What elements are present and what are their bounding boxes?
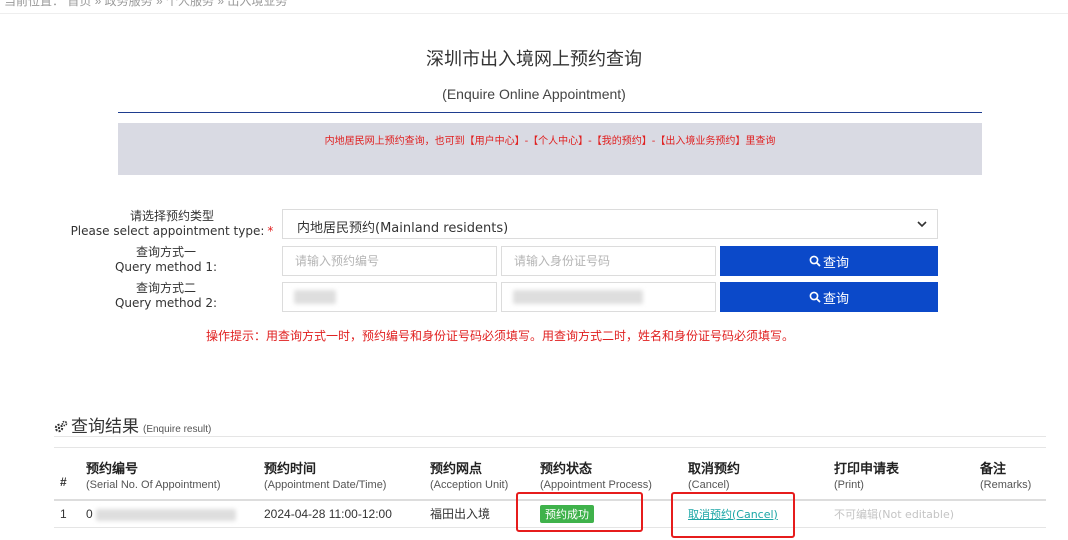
col-status: 预约状态 (Appointment Process): [534, 447, 682, 501]
col-unit: 预约网点 (Acception Unit): [424, 447, 534, 501]
col-unit-cn: 预约网点: [430, 461, 483, 477]
appointment-type-value: 内地居民预约(Mainland residents): [297, 221, 509, 236]
col-status-cn: 预约状态: [540, 461, 593, 477]
col-datetime-en: (Appointment Date/Time): [264, 478, 387, 491]
col-print-en: (Print): [834, 478, 864, 491]
query-method-1-label-cn: 查询方式一: [135, 245, 196, 259]
results-table: # 预约编号 (Serial No. Of Appointment) 预约时间 (A…: [54, 447, 1046, 528]
table-row: 1 0 2024-04-28 11:00-12:00 福田出入境 预约成功 取消…: [54, 499, 1046, 528]
col-serial-cn: 预约编号: [86, 461, 139, 477]
col-cancel-cn: 取消预约: [688, 461, 741, 477]
row-print: 不可编辑(Not editable): [828, 499, 974, 528]
query-method-1-label-en: Query method 1:: [114, 260, 218, 274]
col-cancel: 取消预约 (Cancel): [682, 447, 828, 501]
id-number-input-2-redacted: [513, 290, 643, 304]
row-index: 1: [54, 499, 80, 528]
search-button-1-label: 查询: [822, 255, 849, 271]
row-unit: 福田出入境: [424, 499, 534, 528]
col-datetime: 预约时间 (Appointment Date/Time): [258, 447, 424, 501]
breadcrumb: 当前位置： 首页 » 政务服务 » 个人服务 » 出入境业务: [4, 0, 288, 8]
row-serial-redacted: [95, 508, 236, 521]
row-datetime: 2024-04-28 11:00-12:00: [258, 499, 424, 528]
cancel-appointment-link[interactable]: 取消预约(Cancel): [688, 508, 778, 521]
page-title: 深圳市出入境网上预约查询: [426, 49, 642, 70]
result-title: 查询结果: [71, 417, 139, 437]
col-remarks-cn: 备注: [980, 461, 1007, 477]
chevron-down-icon: [917, 221, 927, 228]
col-serial: 预约编号 (Serial No. Of Appointment): [80, 447, 258, 501]
appointment-type-label-en: Please select appointment type:: [70, 224, 265, 238]
query-method-1-label: 查询方式一 Query method 1:: [96, 245, 236, 275]
col-index-label: #: [60, 474, 67, 489]
gear-icon: [54, 420, 68, 433]
col-cancel-en: (Cancel): [688, 478, 730, 491]
col-print-cn: 打印申请表: [834, 461, 900, 477]
status-badge: 预约成功: [540, 504, 594, 523]
query-method-2-label-cn: 查询方式二: [135, 281, 196, 295]
search-button-2-label: 查询: [822, 291, 849, 307]
col-index: #: [54, 447, 80, 501]
result-header: 查询结果 (Enquire result): [54, 412, 211, 437]
col-remarks: 备注 (Remarks): [974, 447, 1046, 501]
breadcrumb-divider: [0, 13, 1068, 14]
notice-text: 内地居民网上预约查询，也可到【用户中心】-【个人中心】-【我的预约】-【出入境业…: [324, 136, 776, 147]
col-unit-en: (Acception Unit): [430, 478, 509, 491]
row-remarks: [974, 499, 1046, 528]
col-status-en: (Appointment Process): [540, 478, 652, 491]
col-serial-en: (Serial No. Of Appointment): [86, 478, 221, 491]
appointment-number-input[interactable]: [282, 246, 497, 276]
appointment-type-label-cn: 请选择预约类型: [129, 209, 214, 223]
name-input-redacted: [294, 290, 336, 304]
col-remarks-en: (Remarks): [980, 478, 1032, 491]
col-print: 打印申请表 (Print): [828, 447, 974, 501]
id-number-input-1[interactable]: [501, 246, 716, 276]
row-status: 预约成功: [534, 499, 682, 528]
row-serial-prefix: 0: [86, 506, 93, 521]
appointment-type-label-en-row: Please select appointment type: *: [62, 224, 282, 239]
search-icon: [809, 291, 821, 303]
result-divider: [54, 436, 1046, 437]
search-button-2[interactable]: 查询: [720, 282, 938, 312]
appointment-type-label: 请选择预约类型 Please select appointment type: *: [62, 209, 282, 239]
operation-hint: 操作提示：用查询方式一时，预约编号和身份证号码必须填写。用查询方式二时，姓名和身…: [205, 329, 794, 343]
appointment-type-select[interactable]: 内地居民预约(Mainland residents): [282, 209, 938, 239]
col-datetime-cn: 预约时间: [264, 461, 317, 477]
search-button-1[interactable]: 查询: [720, 246, 938, 276]
row-cancel: 取消预约(Cancel): [682, 499, 828, 528]
search-icon: [809, 255, 821, 267]
notice-box: 内地居民网上预约查询，也可到【用户中心】-【个人中心】-【我的预约】-【出入境业…: [118, 123, 982, 175]
row-serial: 0: [80, 499, 258, 528]
page-subtitle: (Enquire Online Appointment): [442, 86, 626, 102]
query-method-2-label-en: Query method 2:: [114, 296, 218, 310]
query-method-2-label: 查询方式二 Query method 2:: [96, 281, 236, 311]
title-divider: [118, 112, 982, 113]
print-not-editable: 不可编辑(Not editable): [834, 507, 955, 521]
table-header-row: # 预约编号 (Serial No. Of Appointment) 预约时间 (A…: [54, 447, 1046, 501]
result-subtitle: (Enquire result): [143, 424, 212, 435]
required-mark: *: [267, 224, 274, 238]
